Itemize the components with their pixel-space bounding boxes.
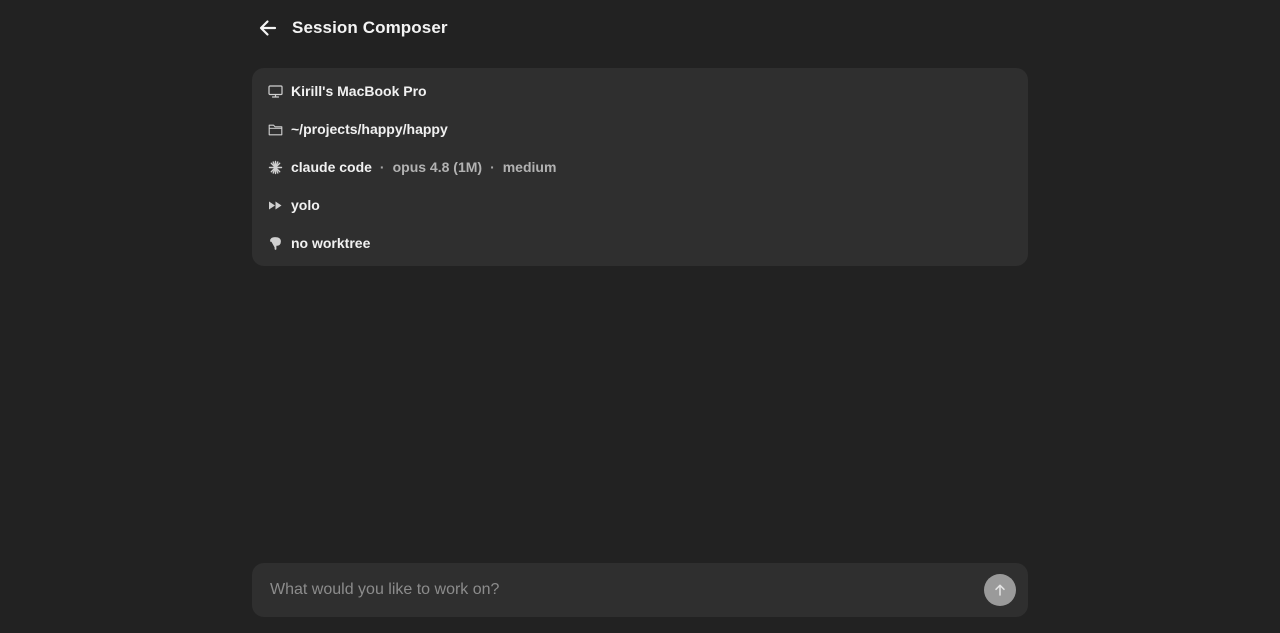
permission-mode-selector[interactable]: yolo xyxy=(252,186,1028,224)
session-settings-card: Kirill's MacBook Pro ~/projects/happy/ha… xyxy=(252,68,1028,266)
agent-name: claude code xyxy=(291,159,372,175)
header: Session Composer xyxy=(252,12,448,44)
separator-dot: · xyxy=(490,159,495,175)
machine-label: Kirill's MacBook Pro xyxy=(291,83,427,99)
fast-forward-icon xyxy=(268,198,283,213)
arrow-left-icon xyxy=(259,20,277,36)
page-title: Session Composer xyxy=(292,18,448,37)
sparkle-icon xyxy=(268,160,283,175)
back-button[interactable] xyxy=(252,12,284,44)
permission-mode-label: yolo xyxy=(291,197,320,213)
model-label: opus 4.8 (1M) xyxy=(392,159,483,175)
folder-icon xyxy=(268,122,283,137)
session-composer-page: Session Composer Kirill's MacBook Pro ~/… xyxy=(0,0,1280,633)
agent-selector[interactable]: claude code · opus 4.8 (1M) · medium xyxy=(252,148,1028,186)
effort-label: medium xyxy=(502,159,557,175)
worktree-label: no worktree xyxy=(291,235,371,251)
worktree-selector[interactable]: no worktree xyxy=(252,224,1028,262)
monitor-icon xyxy=(268,84,283,99)
arrow-up-icon xyxy=(995,584,1005,596)
branch-icon xyxy=(268,236,283,251)
machine-selector[interactable]: Kirill's MacBook Pro xyxy=(252,72,1028,110)
prompt-input[interactable] xyxy=(270,581,984,599)
prompt-composer xyxy=(252,563,1028,617)
directory-selector[interactable]: ~/projects/happy/happy xyxy=(252,110,1028,148)
directory-label: ~/projects/happy/happy xyxy=(291,121,448,137)
send-button[interactable] xyxy=(984,574,1016,606)
separator-dot: · xyxy=(379,159,385,175)
